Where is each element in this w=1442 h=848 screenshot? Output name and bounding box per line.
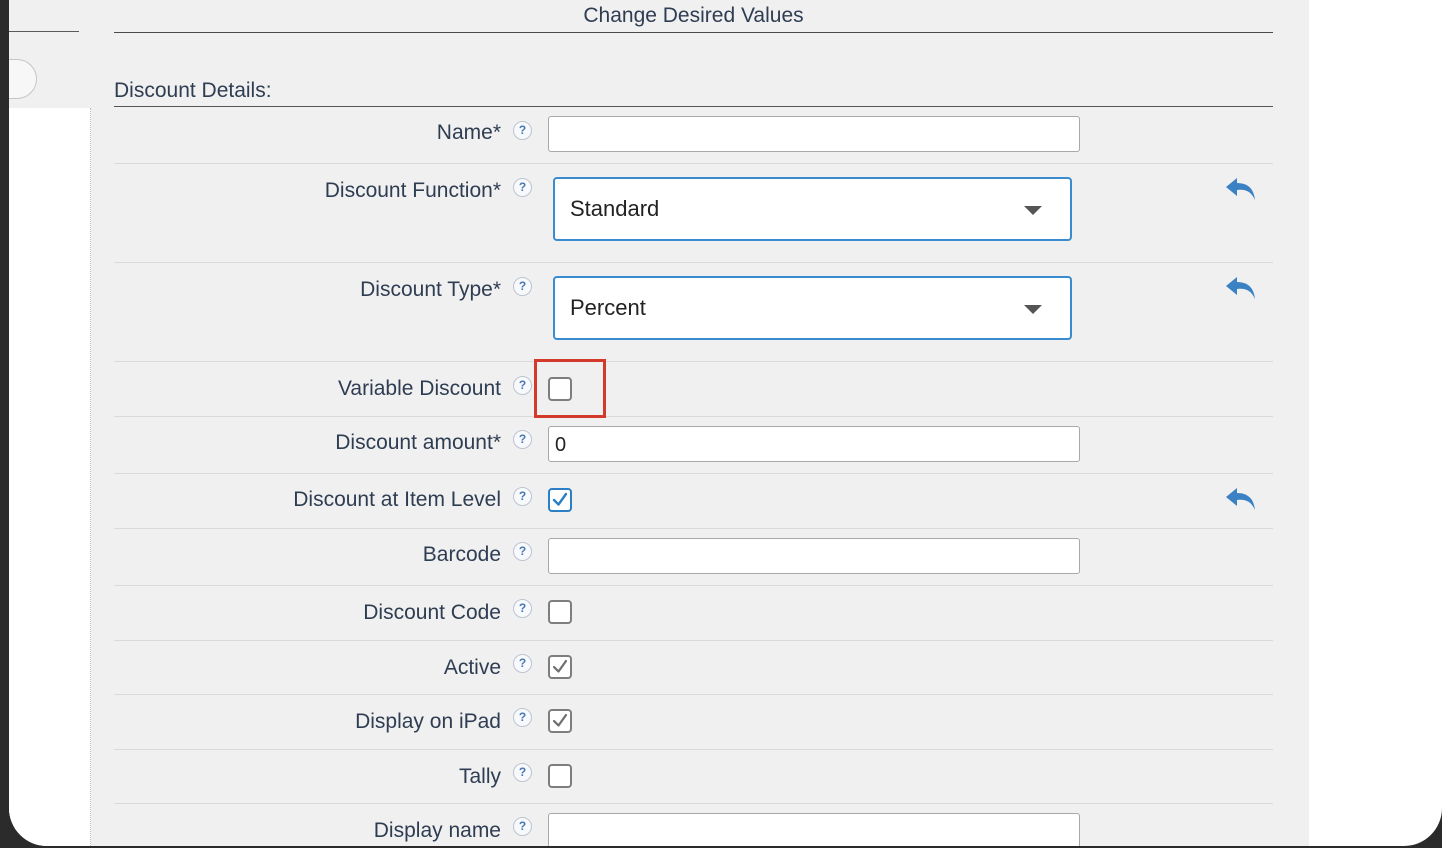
left-toggle-knob[interactable] (9, 59, 37, 99)
help-circle-icon[interactable]: ? (513, 708, 532, 727)
discount-type-select[interactable]: Percent (553, 276, 1072, 340)
row-discount-type: Discount Type* ? Percent (114, 262, 1273, 362)
row-variable-discount: Variable Discount ? (114, 361, 1273, 417)
discount-type-value: Percent (570, 295, 646, 320)
help-circle-icon[interactable]: ? (513, 277, 532, 296)
discount-amount-input[interactable]: 0 (548, 426, 1080, 462)
help-circle-icon[interactable]: ? (513, 817, 532, 836)
active-label: Active (443, 656, 501, 679)
help-circle-icon[interactable]: ? (513, 178, 532, 197)
help-circle-icon[interactable]: ? (513, 599, 532, 618)
row-discount-at-item-level: Discount at Item Level ? (114, 473, 1273, 529)
caret-down-icon (1024, 206, 1042, 215)
row-tally: Tally ? (114, 749, 1273, 804)
row-discount-code: Discount Code ? (114, 585, 1273, 641)
display-on-ipad-checkbox[interactable] (548, 709, 572, 733)
tally-checkbox[interactable] (548, 764, 572, 788)
checkmark-icon (552, 492, 568, 506)
discount-function-label: Discount Function* (324, 179, 501, 202)
display-on-ipad-label: Display on iPad (355, 710, 501, 733)
undo-arrow-icon[interactable] (1224, 175, 1258, 203)
right-column (1291, 0, 1309, 846)
help-circle-icon[interactable]: ? (513, 763, 532, 782)
name-input[interactable] (548, 116, 1080, 152)
discount-code-label: Discount Code (363, 601, 501, 624)
discount-amount-label: Discount amount* (335, 431, 501, 454)
row-barcode: Barcode ? (114, 528, 1273, 586)
checkmark-icon (552, 659, 568, 673)
row-name: Name* ? (114, 106, 1273, 164)
name-label: Name* (436, 121, 501, 144)
barcode-label: Barcode (422, 543, 501, 566)
discount-code-checkbox[interactable] (548, 600, 572, 624)
checkmark-icon (552, 713, 568, 727)
discount-function-value: Standard (570, 196, 660, 221)
discount-at-item-level-label: Discount at Item Level (293, 488, 501, 511)
form-panel: Change Desired Values Discount Details: … (91, 0, 1291, 846)
display-name-input[interactable] (548, 813, 1080, 846)
help-circle-icon[interactable]: ? (513, 430, 532, 449)
highlight-box (534, 359, 606, 418)
left-panel (9, 108, 91, 846)
row-display-name: Display name ? (114, 803, 1273, 846)
display-name-label: Display name (373, 819, 501, 842)
section-title: Discount Details: (114, 76, 1273, 107)
discount-function-select[interactable]: Standard (553, 177, 1072, 241)
tally-label: Tally (458, 765, 501, 788)
barcode-input[interactable] (548, 538, 1080, 574)
help-circle-icon[interactable]: ? (513, 121, 532, 140)
row-active: Active ? (114, 640, 1273, 695)
discount-at-item-level-checkbox[interactable] (548, 488, 572, 512)
left-divider (9, 31, 79, 32)
variable-discount-label: Variable Discount (337, 377, 501, 400)
row-discount-amount: Discount amount* ? 0 (114, 416, 1273, 474)
help-circle-icon[interactable]: ? (513, 376, 532, 395)
caret-down-icon (1024, 305, 1042, 314)
help-circle-icon[interactable]: ? (513, 542, 532, 561)
help-circle-icon[interactable]: ? (513, 487, 532, 506)
row-display-on-ipad: Display on iPad ? (114, 694, 1273, 750)
undo-arrow-icon[interactable] (1224, 274, 1258, 302)
app-window: Change Desired Values Discount Details: … (9, 0, 1442, 846)
row-discount-function: Discount Function* ? Standard (114, 163, 1273, 263)
active-checkbox[interactable] (548, 655, 572, 679)
discount-type-label: Discount Type* (360, 278, 501, 301)
dialog-title: Change Desired Values (114, 0, 1273, 33)
undo-arrow-icon[interactable] (1224, 485, 1258, 513)
left-column (9, 0, 91, 846)
help-circle-icon[interactable]: ? (513, 654, 532, 673)
